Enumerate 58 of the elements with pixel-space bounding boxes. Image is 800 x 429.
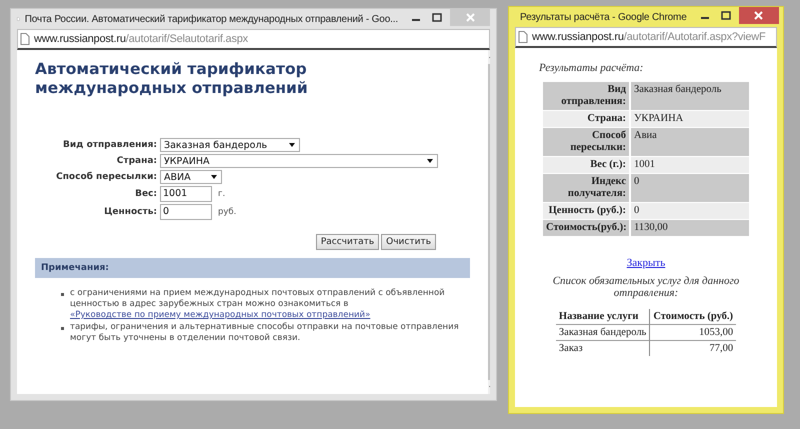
bullet-icon bbox=[61, 327, 64, 330]
row-value: УКРАИНА bbox=[631, 111, 749, 128]
clear-button[interactable]: Очистить bbox=[381, 234, 436, 250]
field-label: Страна: bbox=[116, 156, 157, 166]
dropdown[interactable]: Заказная бандероль bbox=[160, 138, 300, 152]
row-value: 1130,00 bbox=[631, 220, 749, 237]
caret-icon bbox=[427, 159, 433, 163]
table-cell: Заказ bbox=[556, 341, 650, 356]
address-bar[interactable]: www.russianpost.ru/autotarif/Selautotarif.aspx bbox=[17, 29, 490, 50]
input-field[interactable]: 0 bbox=[160, 204, 212, 220]
page-icon bbox=[20, 33, 30, 45]
caret-icon bbox=[211, 175, 217, 179]
close-icon bbox=[754, 11, 764, 20]
field-label: Вид отправления: bbox=[62, 140, 157, 150]
dropdown[interactable]: УКРАИНА bbox=[160, 154, 438, 168]
field-label: Способ пересылки: bbox=[55, 172, 157, 182]
row-label: Ценность (руб.): bbox=[543, 203, 631, 220]
column-header: Стоимость (руб.) bbox=[650, 309, 736, 325]
table-cell: Заказная бандероль bbox=[556, 325, 650, 341]
note-text: с ограничениями на прием международных почтовых отправлений с объявленной ценностью в адрес зарубежных стран можно ознакомиться в «Руководстве по приему международных почтовых отправлений» bbox=[70, 288, 446, 321]
close-button[interactable] bbox=[738, 7, 779, 24]
calculate-button[interactable]: Рассчитать bbox=[316, 234, 380, 250]
row-label: Индекс получателя: bbox=[543, 174, 631, 203]
input-field[interactable]: 1001 bbox=[160, 186, 212, 202]
dropdown[interactable]: АВИА bbox=[160, 170, 222, 184]
bullet-icon bbox=[61, 293, 64, 296]
results-caption: Результаты расчёта: bbox=[539, 62, 644, 74]
column-header: Название услуги bbox=[556, 309, 650, 325]
services-caption: Список обязательных услуг для данного отправления: bbox=[552, 275, 740, 299]
note-text: тарифы, ограничения и альтернативные способы отправки на почтовые отправления могут быть уточнены в отделении почтовой связи. bbox=[70, 322, 460, 344]
unit-label: г. bbox=[218, 189, 226, 199]
table-cell: 1053,00 bbox=[650, 325, 736, 341]
row-value: 0 bbox=[631, 203, 749, 220]
page-icon bbox=[518, 31, 528, 43]
row-label: Стоимость(руб.): bbox=[543, 220, 631, 237]
row-value: 0 bbox=[631, 174, 749, 203]
table-cell-text: 77,00 bbox=[708, 342, 734, 356]
row-value: Заказная бандероль bbox=[631, 82, 749, 111]
unit-label: руб. bbox=[218, 207, 236, 217]
row-value: 1001 bbox=[631, 157, 749, 174]
maximize-icon bbox=[432, 13, 442, 22]
row-label: Способ пересылки: bbox=[543, 128, 631, 157]
row-label: Вид отправления: bbox=[543, 82, 631, 111]
field-label: Ценность: bbox=[103, 207, 157, 217]
window-title: Результаты расчёта - Google Chrome bbox=[520, 10, 687, 24]
row-label: Вес (г.): bbox=[543, 157, 631, 174]
field-label: Вес: bbox=[134, 189, 157, 199]
window-title: Почта России. Автоматический тарификатор международных отправлений - Goo... bbox=[24, 12, 398, 26]
maximize-icon bbox=[720, 11, 731, 20]
close-icon bbox=[466, 13, 474, 22]
close-link[interactable]: Закрыть bbox=[626, 257, 666, 269]
row-label: Страна: bbox=[543, 111, 631, 128]
guide-link[interactable]: «Руководстве по приему международных почтовых отправлений» bbox=[70, 310, 370, 320]
address-bar[interactable]: www.russianpost.ru/autotarif/Autotarif.aspx?viewF bbox=[515, 27, 777, 48]
page-heading: Автоматический тарификатор международных отправлений bbox=[35, 60, 309, 98]
caret-icon bbox=[289, 143, 295, 147]
row-value: Авиа bbox=[631, 128, 749, 157]
notes-header: Примечания: bbox=[35, 258, 470, 278]
